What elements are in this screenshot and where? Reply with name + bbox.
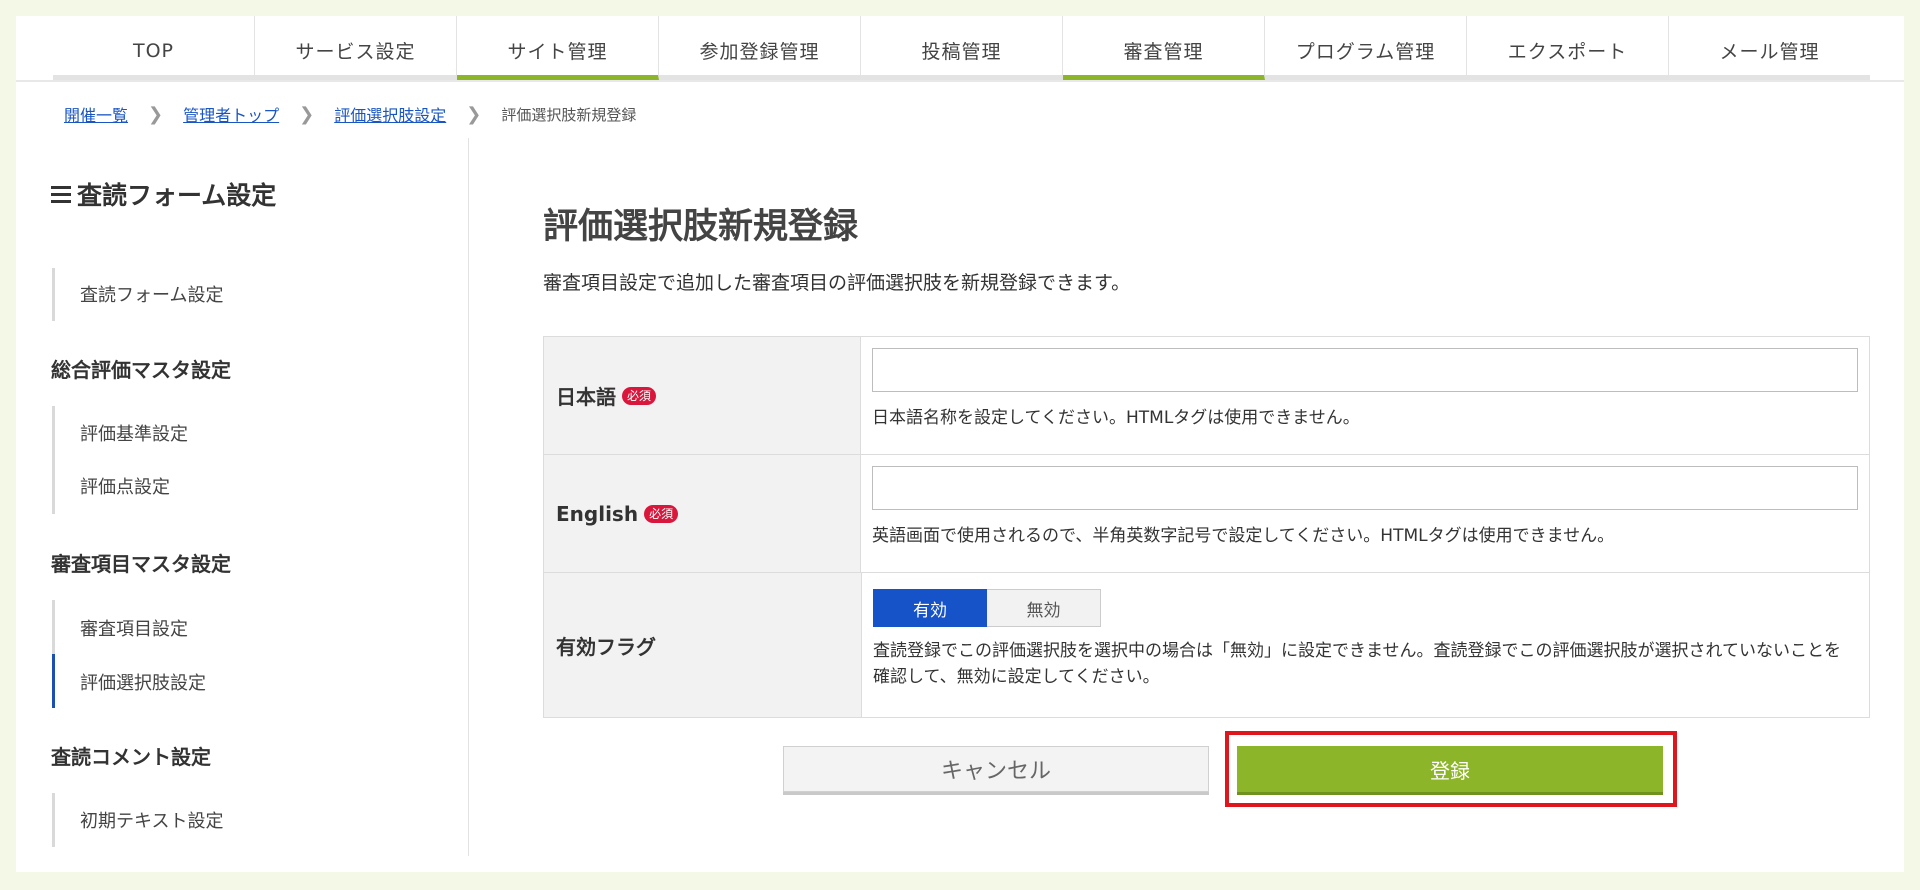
breadcrumb-link-choice-settings[interactable]: 評価選択肢設定 bbox=[334, 102, 446, 126]
nav-tab-submission-management[interactable]: 投稿管理 bbox=[861, 16, 1063, 80]
form-row-english: English 必須 英語画面で使用されるので、半角英数字記号で設定してください… bbox=[544, 455, 1869, 573]
japanese-name-input[interactable] bbox=[872, 348, 1858, 392]
sidebar-subgroup-overall: 評価基準設定 評価点設定 bbox=[52, 406, 352, 514]
nav-tab-mail-management[interactable]: メール管理 bbox=[1669, 16, 1870, 80]
sidebar-group-overall-evaluation: 総合評価マスタ設定 bbox=[51, 358, 231, 382]
sidebar-subgroup-comment: 初期テキスト設定 bbox=[52, 793, 352, 847]
sidebar-group-review-comment: 査読コメント設定 bbox=[51, 745, 211, 769]
breadcrumb-current: 評価選択肢新規登録 bbox=[501, 105, 637, 124]
form-table: 日本語 必須 日本語名称を設定してください。HTMLタグは使用できません。 En… bbox=[543, 336, 1870, 718]
required-badge: 必須 bbox=[644, 504, 679, 523]
form-actions: キャンセル 登録 bbox=[543, 728, 1873, 818]
sidebar-item-initial-text[interactable]: 初期テキスト設定 bbox=[80, 807, 223, 833]
nav-tab-review-management[interactable]: 審査管理 bbox=[1063, 16, 1265, 80]
nav-tab-registration-management[interactable]: 参加登録管理 bbox=[659, 16, 861, 80]
sidebar-item-score[interactable]: 評価点設定 bbox=[80, 473, 170, 499]
toggle-option-disabled[interactable]: 無効 bbox=[987, 589, 1101, 627]
chevron-right-icon: ❯ bbox=[466, 103, 482, 125]
field-label-english: English 必須 bbox=[544, 455, 861, 572]
sidebar-item-criteria[interactable]: 評価基準設定 bbox=[80, 420, 188, 446]
english-name-input[interactable] bbox=[872, 466, 1858, 510]
breadcrumb-link-events[interactable]: 開催一覧 bbox=[64, 102, 128, 126]
required-badge: 必須 bbox=[622, 386, 657, 405]
field-label-japanese: 日本語 必須 bbox=[544, 337, 861, 454]
field-body-active-flag: 有効 無効 査読登録でこの評価選択肢を選択中の場合は「無効」に設定できません。査… bbox=[862, 573, 1869, 717]
chevron-right-icon: ❯ bbox=[299, 103, 315, 125]
app-frame: TOP サービス設定 サイト管理 参加登録管理 投稿管理 審査管理 プログラム管… bbox=[16, 16, 1904, 872]
field-label-text: 有効フラグ bbox=[556, 634, 656, 659]
field-label-text: 日本語 bbox=[556, 385, 616, 409]
field-body-japanese: 日本語名称を設定してください。HTMLタグは使用できません。 bbox=[861, 337, 1869, 454]
page-description: 審査項目設定で追加した審査項目の評価選択肢を新規登録できます。 bbox=[543, 272, 1131, 294]
sidebar: 査読フォーム設定 査読フォーム設定 総合評価マスタ設定 評価基準設定 評価点設定… bbox=[51, 138, 469, 856]
field-label-active-flag: 有効フラグ bbox=[544, 573, 862, 717]
nav-tab-export[interactable]: エクスポート bbox=[1467, 16, 1669, 80]
sidebar-title-text: 査読フォーム設定 bbox=[77, 181, 277, 210]
nav-tab-program-management[interactable]: プログラム管理 bbox=[1265, 16, 1467, 80]
field-hint-japanese: 日本語名称を設定してください。HTMLタグは使用できません。 bbox=[872, 408, 1360, 428]
nav-tab-service-settings[interactable]: サービス設定 bbox=[255, 16, 457, 80]
top-nav: TOP サービス設定 サイト管理 参加登録管理 投稿管理 審査管理 プログラム管… bbox=[53, 16, 1870, 80]
nav-tab-top[interactable]: TOP bbox=[53, 16, 255, 80]
chevron-right-icon: ❯ bbox=[148, 103, 164, 125]
sidebar-subgroup-form: 査読フォーム設定 bbox=[52, 268, 352, 321]
field-label-text: English bbox=[556, 501, 639, 526]
sidebar-item-review-item[interactable]: 審査項目設定 bbox=[80, 615, 188, 641]
nav-divider bbox=[16, 80, 1904, 82]
sidebar-item-choice-settings[interactable]: 評価選択肢設定 bbox=[80, 669, 206, 695]
toggle-option-enabled[interactable]: 有効 bbox=[873, 589, 987, 627]
page-title: 評価選択肢新規登録 bbox=[543, 207, 859, 247]
breadcrumb: 開催一覧 ❯ 管理者トップ ❯ 評価選択肢設定 ❯ 評価選択肢新規登録 bbox=[64, 100, 636, 128]
form-row-active-flag: 有効フラグ 有効 無効 査読登録でこの評価選択肢を選択中の場合は「無効」に設定で… bbox=[544, 573, 1869, 717]
field-body-english: 英語画面で使用されるので、半角英数字記号で設定してください。HTMLタグは使用で… bbox=[861, 455, 1869, 572]
nav-tab-site-management[interactable]: サイト管理 bbox=[457, 16, 659, 80]
sidebar-subgroup-review-item: 審査項目設定 bbox=[52, 600, 352, 654]
field-hint-active-flag: 査読登録でこの評価選択肢を選択中の場合は「無効」に設定できません。査読登録でこの… bbox=[873, 641, 1841, 687]
cancel-button[interactable]: キャンセル bbox=[783, 746, 1209, 792]
sidebar-title: 査読フォーム設定 bbox=[51, 176, 276, 212]
sidebar-group-review-items: 審査項目マスタ設定 bbox=[51, 552, 231, 576]
submit-button[interactable]: 登録 bbox=[1237, 746, 1663, 792]
field-hint-english: 英語画面で使用されるので、半角英数字記号で設定してください。HTMLタグは使用で… bbox=[872, 526, 1615, 546]
menu-icon bbox=[51, 185, 71, 203]
sidebar-item-review-form[interactable]: 査読フォーム設定 bbox=[80, 281, 223, 307]
active-flag-toggle: 有効 無効 bbox=[873, 589, 1858, 627]
form-row-japanese: 日本語 必須 日本語名称を設定してください。HTMLタグは使用できません。 bbox=[544, 337, 1869, 455]
sidebar-subgroup-choice: 評価選択肢設定 bbox=[52, 654, 352, 708]
breadcrumb-link-admin-top[interactable]: 管理者トップ bbox=[183, 102, 279, 126]
